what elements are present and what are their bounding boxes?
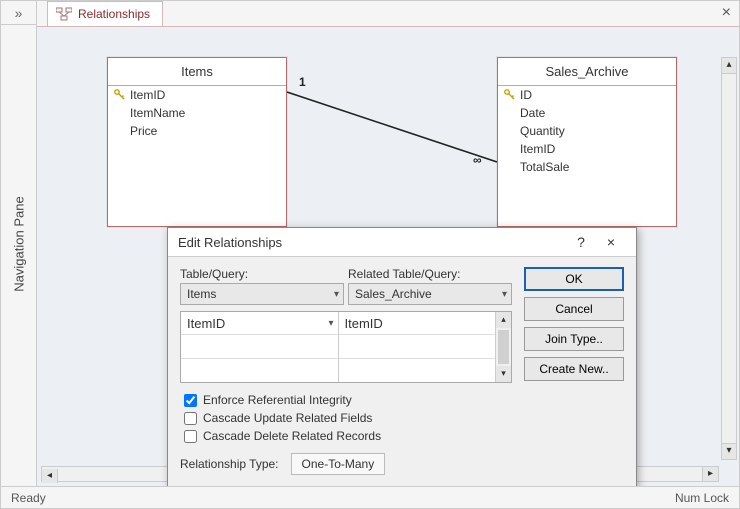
scroll-down-icon[interactable]: ▾ <box>496 366 511 382</box>
right-field-cell[interactable]: ItemID <box>339 312 496 335</box>
tab-label: Relationships <box>78 7 150 21</box>
grid-empty-cell[interactable] <box>181 359 338 382</box>
help-button[interactable]: ? <box>566 234 596 250</box>
scroll-thumb[interactable] <box>498 330 509 364</box>
grid-empty-cell[interactable] <box>339 359 496 382</box>
dialog-title: Edit Relationships <box>178 235 282 250</box>
cascade-update-checkbox[interactable]: Cascade Update Related Fields <box>184 411 512 425</box>
table-items[interactable]: Items ItemID ItemName Price <box>107 57 287 227</box>
field-price[interactable]: Price <box>108 122 286 140</box>
cancel-button[interactable]: Cancel <box>524 297 624 321</box>
enforce-integrity-checkbox[interactable]: Enforce Referential Integrity <box>184 393 512 407</box>
relationship-line[interactable] <box>287 87 497 177</box>
relationship-type-label: Relationship Type: <box>180 457 279 471</box>
chevron-down-icon: ▾ <box>502 289 507 300</box>
cardinality-one-label: 1 <box>299 75 306 89</box>
table-sales-archive[interactable]: Sales_Archive ID Date Quantity ItemID To… <box>497 57 677 227</box>
navigation-pane: » Navigation Pane <box>1 1 37 486</box>
chevron-down-icon: ▾ <box>334 289 339 300</box>
join-type-button[interactable]: Join Type.. <box>524 327 624 351</box>
edit-relationships-dialog: Edit Relationships ? × Table/Query: Rela… <box>167 227 637 486</box>
table-query-label: Table/Query: <box>180 267 344 281</box>
related-table-query-label: Related Table/Query: <box>348 267 512 281</box>
cascade-delete-checkbox[interactable]: Cascade Delete Related Records <box>184 429 512 443</box>
table-items-title: Items <box>108 58 286 86</box>
scroll-up-icon[interactable]: ▴ <box>496 312 511 328</box>
scroll-down-icon[interactable]: ▾ <box>722 443 736 459</box>
vertical-scrollbar[interactable]: ▴ ▾ <box>721 57 737 460</box>
dialog-titlebar[interactable]: Edit Relationships ? × <box>168 228 636 257</box>
relationships-icon <box>56 7 72 21</box>
left-field-cell[interactable]: ItemID ▾ <box>181 312 338 335</box>
relationships-canvas[interactable]: Items ItemID ItemName Price Sales_Archiv… <box>37 27 739 486</box>
nav-pane-toggle[interactable]: » <box>1 1 36 25</box>
ok-button[interactable]: OK <box>524 267 624 291</box>
nav-pane-label: Navigation Pane <box>11 196 26 291</box>
field-sales-itemid[interactable]: ItemID <box>498 140 676 158</box>
status-bar: Ready Num Lock <box>1 486 739 508</box>
table-query-combo[interactable]: Items ▾ <box>180 283 344 305</box>
grid-empty-cell[interactable] <box>339 335 496 358</box>
close-icon[interactable]: × <box>596 234 626 250</box>
field-sales-id[interactable]: ID <box>498 86 676 104</box>
related-table-query-combo[interactable]: Sales_Archive ▾ <box>348 283 512 305</box>
primary-key-icon <box>114 89 126 101</box>
cardinality-many-label: ∞ <box>473 153 482 167</box>
status-numlock: Num Lock <box>675 491 729 505</box>
relationship-type-value: One-To-Many <box>291 453 386 475</box>
field-totalsale[interactable]: TotalSale <box>498 158 676 176</box>
grid-empty-cell[interactable] <box>181 335 338 358</box>
tab-relationships[interactable]: Relationships <box>47 1 163 26</box>
table-sales-title: Sales_Archive <box>498 58 676 86</box>
field-quantity[interactable]: Quantity <box>498 122 676 140</box>
scroll-left-icon[interactable]: ◂ <box>42 469 58 483</box>
field-date[interactable]: Date <box>498 104 676 122</box>
create-new-button[interactable]: Create New.. <box>524 357 624 381</box>
field-item-name[interactable]: ItemName <box>108 104 286 122</box>
field-item-id[interactable]: ItemID <box>108 86 286 104</box>
tab-close-icon[interactable]: × <box>722 4 731 22</box>
fields-grid: ItemID ▾ ItemID ▴ <box>180 311 512 383</box>
primary-key-icon <box>504 89 516 101</box>
scroll-up-icon[interactable]: ▴ <box>722 58 736 74</box>
grid-scrollbar[interactable]: ▴ ▾ <box>495 312 511 382</box>
tab-bar: Relationships × <box>37 1 739 27</box>
scroll-right-icon[interactable]: ▸ <box>702 467 718 481</box>
chevron-down-icon: ▾ <box>328 318 333 329</box>
status-ready: Ready <box>11 491 46 505</box>
